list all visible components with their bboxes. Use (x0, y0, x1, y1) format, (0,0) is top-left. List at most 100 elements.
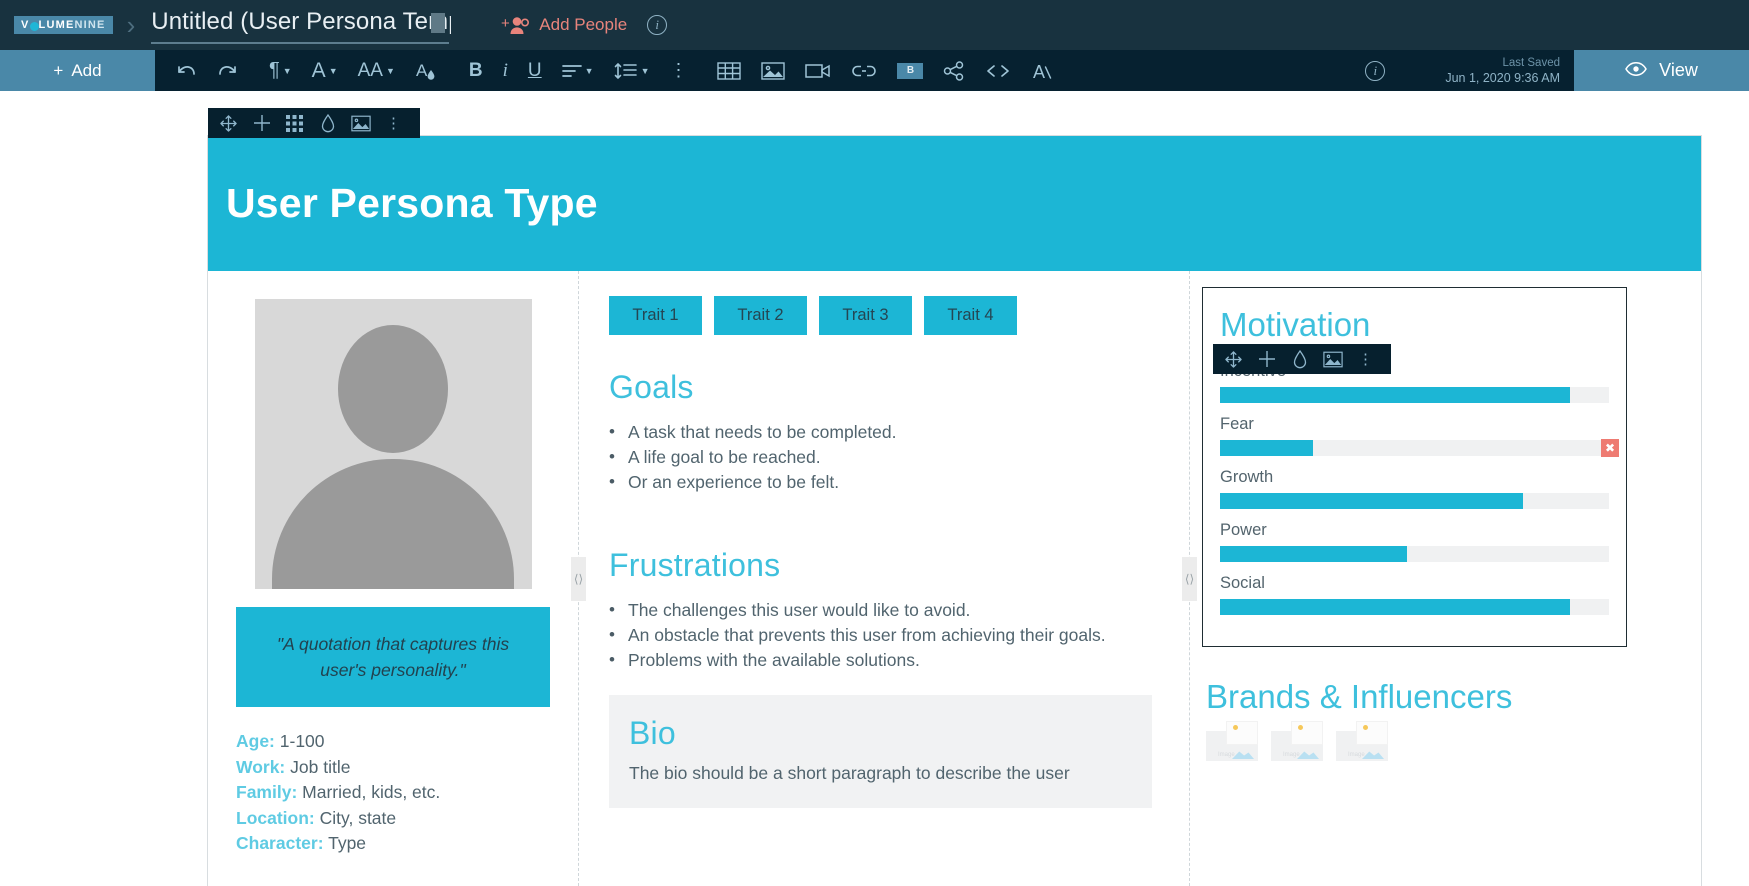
more-icon[interactable]: ⋮ (1349, 344, 1382, 374)
add-icon[interactable] (1250, 344, 1283, 374)
trait-chip[interactable]: Trait 3 (819, 296, 912, 335)
view-button[interactable]: View (1574, 50, 1749, 91)
share-icon[interactable] (933, 50, 975, 91)
list-item: An obstacle that prevents this user from… (609, 622, 1169, 648)
brand-image-placeholder[interactable]: Image (1206, 721, 1258, 761)
avatar[interactable] (254, 299, 532, 589)
bar-label: Social (1220, 574, 1265, 592)
svg-text:A: A (416, 61, 428, 80)
breadcrumb-chevron-icon: › (126, 9, 136, 40)
motivation-card[interactable]: Motivation Incentive Fear ✖ Growth (1202, 287, 1627, 647)
image-icon[interactable] (1316, 344, 1349, 374)
bar-track[interactable] (1220, 493, 1609, 509)
demographic-value: Type (328, 833, 367, 853)
demographic-key: Work: (236, 756, 286, 777)
redo-icon[interactable] (207, 50, 249, 91)
more-icon[interactable]: ⋮ (377, 108, 410, 138)
list-item: The challenges this user would like to a… (609, 597, 1169, 623)
bar-track[interactable] (1220, 387, 1609, 403)
demographic-value: 1-100 (279, 731, 325, 751)
logo-text-nine: NINE (74, 19, 106, 31)
avatar-body (272, 459, 514, 589)
page-title: User Persona Type (226, 180, 598, 226)
undo-icon[interactable] (165, 50, 207, 91)
italic-icon[interactable]: i (493, 50, 518, 91)
bar-track[interactable] (1220, 546, 1609, 562)
demographic-value: Job title (290, 756, 351, 777)
delete-bar-button[interactable]: ✖ (1601, 439, 1619, 457)
font-family-dropdown[interactable]: A ▼ (302, 50, 348, 91)
svg-text:A: A (1033, 62, 1045, 81)
brand-placeholders-row: Image Image Image (1206, 721, 1388, 761)
demographic-key: Character: (236, 833, 324, 853)
list-item: A life goal to be reached. (609, 444, 1169, 470)
move-icon[interactable] (212, 108, 245, 138)
grid-icon[interactable] (278, 108, 311, 138)
volume-nine-logo[interactable]: V LUME NINE (14, 16, 113, 34)
button-element-icon[interactable]: B (887, 50, 933, 91)
color-drop-icon[interactable] (311, 108, 344, 138)
document-title-input[interactable] (151, 8, 452, 42)
trait-chip[interactable]: Trait 2 (714, 296, 807, 335)
table-icon[interactable] (707, 50, 751, 91)
add-icon[interactable] (245, 108, 278, 138)
last-saved-block: Last Saved Jun 1, 2020 9:36 AM (1445, 56, 1574, 86)
move-icon[interactable] (1217, 344, 1250, 374)
trait-chip[interactable]: Trait 1 (609, 296, 702, 335)
content-columns: "A quotation that captures this user's p… (208, 271, 1701, 886)
bar-label: Fear (1220, 415, 1254, 433)
text-color-icon[interactable]: A (405, 50, 449, 91)
demographic-key: Location: (236, 807, 315, 828)
image-icon[interactable] (751, 50, 795, 91)
info-icon[interactable]: i (647, 15, 668, 35)
placeholder-image-icon (1226, 721, 1258, 745)
text-cursor (431, 13, 446, 33)
last-saved-value: Jun 1, 2020 9:36 AM (1445, 70, 1560, 85)
document-info-icon[interactable]: i (1365, 60, 1386, 81)
color-drop-icon[interactable] (1283, 344, 1316, 374)
demographic-key: Family: (236, 782, 298, 802)
column-middle: Trait 1 Trait 2 Trait 3 Trait 4 Goals A … (579, 271, 1189, 886)
logo[interactable]: V LUME NINE (14, 16, 113, 34)
bar-fill (1220, 546, 1407, 562)
top-bar: V LUME NINE › + Add People i (0, 0, 1749, 50)
bar-label: Power (1220, 521, 1267, 539)
bio-text: The bio should be a short paragraph to d… (629, 763, 1070, 783)
image-icon[interactable] (344, 108, 377, 138)
bold-icon[interactable]: B (459, 50, 493, 91)
add-people-label: Add People (539, 15, 628, 34)
paragraph-style-dropdown[interactable]: ¶ ▼ (259, 50, 302, 91)
bar-fill (1220, 387, 1571, 403)
line-spacing-dropdown[interactable]: ▼ (604, 50, 660, 91)
clear-formatting-icon[interactable]: A (1021, 50, 1063, 91)
font-size-dropdown[interactable]: AA ▼ (348, 50, 405, 91)
trait-chip[interactable]: Trait 4 (924, 296, 1017, 335)
text-align-dropdown[interactable]: ▼ (552, 50, 604, 91)
placeholder-image-icon (1291, 721, 1323, 745)
traits-row: Trait 1 Trait 2 Trait 3 Trait 4 (609, 296, 1169, 335)
sun-icon (1233, 725, 1238, 730)
link-icon[interactable] (841, 50, 887, 91)
goals-list: A task that needs to be completed. A lif… (609, 419, 1169, 495)
placeholder-image-icon (1356, 721, 1388, 745)
more-options-icon[interactable]: ⋮ (659, 50, 697, 91)
underline-icon[interactable]: U (518, 50, 552, 91)
bar-track[interactable] (1220, 599, 1609, 615)
document-page: User Persona Type "A quotation that capt… (208, 136, 1701, 886)
brand-image-placeholder[interactable]: Image (1271, 721, 1323, 761)
demographic-row: Work: Job title (236, 755, 550, 781)
video-icon[interactable] (795, 50, 841, 91)
list-item: Problems with the available solutions. (609, 647, 1169, 673)
add-people-button[interactable]: + Add People (501, 15, 627, 36)
placeholder-caption: Image (1218, 752, 1235, 758)
column-resize-handle[interactable]: ⟨⟩ (571, 556, 586, 601)
add-plus-icon: + (53, 60, 64, 80)
add-button[interactable]: + Add (0, 50, 155, 91)
column-resize-handle[interactable]: ⟨⟩ (1182, 556, 1197, 601)
code-icon[interactable] (975, 50, 1021, 91)
placeholder-caption: Image (1348, 752, 1365, 758)
demographic-row: Family: Married, kids, etc. (236, 780, 550, 806)
bar-track[interactable]: ✖ (1220, 439, 1619, 457)
demographic-row: Location: City, state (236, 806, 550, 832)
brand-image-placeholder[interactable]: Image (1336, 721, 1388, 761)
